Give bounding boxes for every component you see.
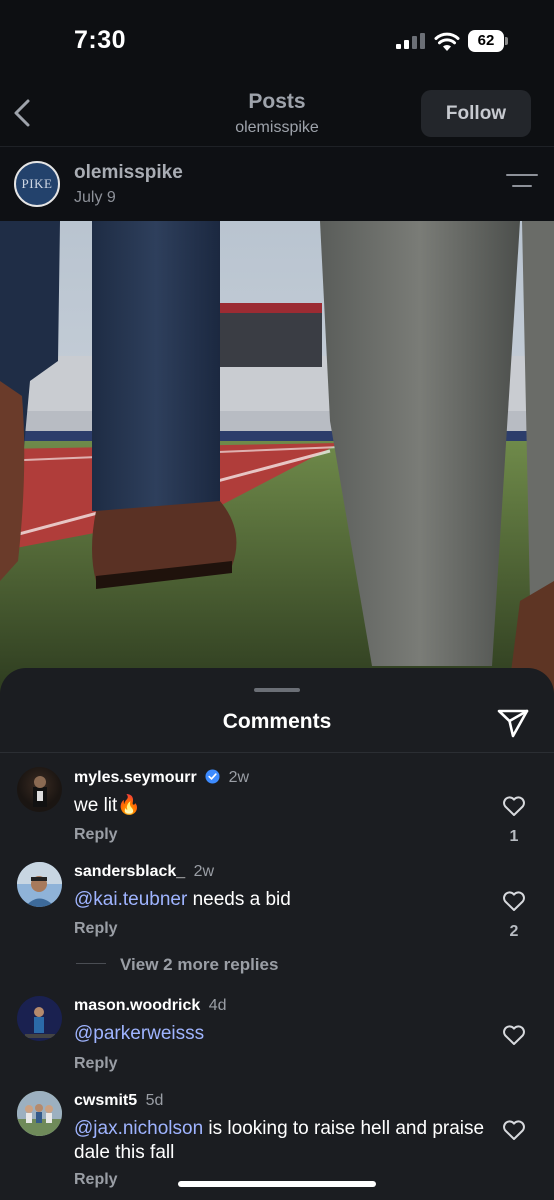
comment-username-text[interactable]: myles.seymourr bbox=[74, 769, 197, 786]
comment-time: 4d bbox=[208, 997, 227, 1014]
signal-icon bbox=[396, 33, 425, 49]
post-date: July 9 bbox=[74, 189, 116, 206]
comment-username[interactable]: myles.seymourr 2w bbox=[74, 769, 249, 787]
follow-button[interactable]: Follow bbox=[421, 90, 531, 137]
like-count: 2 bbox=[509, 923, 519, 940]
comment-username[interactable]: sandersblack_ 2w bbox=[74, 863, 214, 881]
sheet-handle[interactable] bbox=[254, 688, 300, 692]
avatar[interactable] bbox=[17, 996, 62, 1041]
avatar[interactable] bbox=[17, 1091, 62, 1136]
comment-time: 5d bbox=[145, 1092, 164, 1109]
home-indicator[interactable] bbox=[178, 1181, 376, 1187]
comment-username-text[interactable]: sandersblack_ bbox=[74, 863, 185, 880]
reply-button[interactable]: Reply bbox=[74, 1055, 118, 1073]
comment-username[interactable]: cwsmit5 5d bbox=[74, 1092, 163, 1110]
like-count: 1 bbox=[509, 828, 519, 845]
view-more-replies-label[interactable]: View 2 more replies bbox=[120, 955, 278, 975]
post-username[interactable]: olemisspike bbox=[74, 162, 183, 184]
heart-icon[interactable] bbox=[502, 1119, 526, 1141]
reply-button[interactable]: Reply bbox=[74, 1171, 118, 1189]
comment-username-text[interactable]: cwsmit5 bbox=[74, 1092, 137, 1109]
post-header: PIKE olemisspike July 9 bbox=[0, 147, 554, 221]
comment-text: we lit🔥 bbox=[74, 795, 141, 816]
sheet-title: Comments bbox=[222, 710, 332, 733]
mention-link[interactable]: @jax.nicholson bbox=[74, 1118, 203, 1139]
mention-link[interactable]: @parkerweisss bbox=[74, 1023, 204, 1044]
heart-icon[interactable] bbox=[502, 890, 526, 912]
comment-text: @jax.nicholson is looking to raise hell … bbox=[74, 1117, 494, 1165]
post-avatar[interactable]: PIKE bbox=[14, 161, 60, 207]
menu-icon[interactable] bbox=[506, 174, 538, 192]
sheet-divider bbox=[0, 752, 554, 753]
wifi-icon bbox=[434, 32, 460, 51]
verified-icon bbox=[205, 769, 220, 784]
avatar[interactable] bbox=[17, 862, 62, 907]
reply-button[interactable]: Reply bbox=[74, 920, 118, 938]
top-nav: Posts olemisspike Follow bbox=[0, 80, 554, 146]
comment-text: @parkerweisss bbox=[74, 1022, 494, 1046]
comment-username-text[interactable]: mason.woodrick bbox=[74, 997, 200, 1014]
replies-divider bbox=[76, 963, 106, 964]
comment-time: 2w bbox=[228, 769, 250, 786]
battery-level: 62 bbox=[468, 30, 504, 52]
avatar[interactable] bbox=[17, 767, 62, 812]
status-bar: 7:30 62 bbox=[0, 0, 554, 80]
comment-time: 2w bbox=[193, 863, 215, 880]
comment-username[interactable]: mason.woodrick 4d bbox=[74, 997, 227, 1015]
post-photo bbox=[0, 221, 554, 696]
heart-icon[interactable] bbox=[502, 795, 526, 817]
comment-body: needs a bid bbox=[187, 889, 291, 910]
status-time: 7:30 bbox=[74, 26, 127, 54]
mention-link[interactable]: @kai.teubner bbox=[74, 889, 187, 910]
share-icon[interactable] bbox=[496, 708, 530, 738]
heart-icon[interactable] bbox=[502, 1024, 526, 1046]
comment-text: @kai.teubner needs a bid bbox=[74, 888, 494, 912]
post-image[interactable] bbox=[0, 221, 554, 696]
battery-icon: 62 bbox=[468, 30, 508, 52]
reply-button[interactable]: Reply bbox=[74, 826, 118, 844]
